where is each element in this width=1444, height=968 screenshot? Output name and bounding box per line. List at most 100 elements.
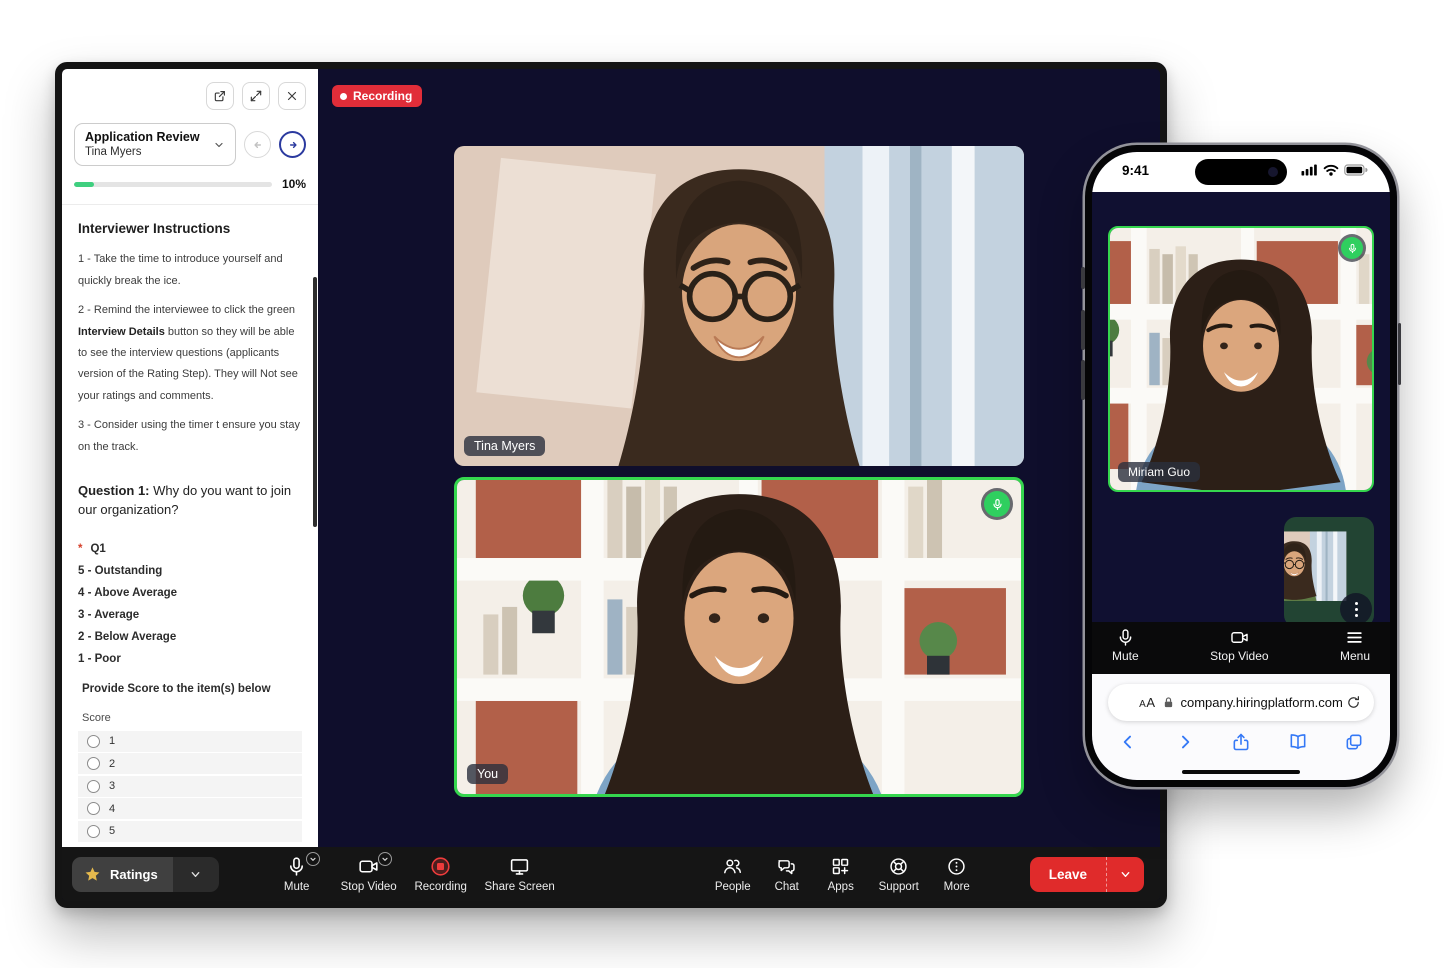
phone-control-bar: Mute Stop Video Menu [1092,622,1390,674]
star-icon [84,866,101,883]
support-icon [888,856,909,878]
ratings-button[interactable]: Ratings [72,857,173,892]
score-option-3[interactable]: 3 [78,776,302,797]
ratings-dropdown-button[interactable] [173,857,219,892]
mic-active-badge [1338,234,1366,262]
battery-icon [1344,164,1368,176]
question-code: *Q1 [78,543,302,555]
text-size-button[interactable]: AA [1139,695,1155,710]
progress-percent: 10% [282,177,306,191]
address-bar[interactable]: AA company.hiringplatform.com [1108,684,1374,721]
more-icon [946,856,967,878]
mute-button[interactable]: Mute [261,856,333,893]
chevron-down-icon [1120,869,1131,880]
share-screen-button[interactable]: Share Screen [477,856,563,893]
instruction-step-2: 2 - Remind the interviewee to click the … [78,300,302,407]
phone-power-button [1398,323,1402,385]
bookmarks-button[interactable] [1288,732,1308,752]
share-button[interactable] [1231,732,1251,752]
video-options-chevron[interactable] [378,852,392,866]
scale-item: 5 - Outstanding [78,565,302,577]
phone-stop-video-button[interactable]: Stop Video [1210,628,1269,674]
open-external-button[interactable] [206,82,234,110]
question-text: Question 1: Why do you want to join our … [78,482,302,520]
previous-step-button[interactable] [244,131,271,158]
scale-item: 2 - Below Average [78,631,302,643]
chevron-down-icon [213,139,225,151]
meeting-toolbar: Ratings Mute Stop Video Recording [62,847,1160,901]
video-tile-you[interactable]: You [454,477,1024,797]
recording-control-button[interactable]: Recording [405,856,477,893]
more-button[interactable]: More [930,856,984,893]
phone-status-bar: 9:41 [1092,152,1390,192]
phone-volume-up-button [1081,310,1085,350]
instructions-heading: Interviewer Instructions [78,221,302,236]
external-link-icon [213,89,227,103]
chat-icon [776,856,797,878]
phone-browser-bar: AA company.hiringplatform.com [1092,674,1390,780]
application-review-panel: Application Review Tina Myers [62,69,318,847]
camera-icon [358,856,379,878]
phone-meeting-view: Miriam Guo Mute Stop Video [1092,192,1390,674]
step-title: Application Review [85,129,213,145]
radio-button[interactable] [87,735,100,748]
recording-dot-icon [340,93,347,100]
microphone-icon [991,498,1004,511]
self-view-options-button[interactable] [1340,593,1372,625]
phone-volume-down-button [1081,360,1085,400]
support-button[interactable]: Support [868,856,930,893]
progress-fill [74,182,94,187]
participant-name-label: You [467,764,508,784]
people-button[interactable]: People [706,856,760,893]
meeting-window: Application Review Tina Myers [55,62,1167,908]
dynamic-island [1195,159,1287,185]
panel-header [62,69,318,110]
step-select[interactable]: Application Review Tina Myers [74,123,236,166]
score-option-4[interactable]: 4 [78,798,302,819]
leave-button[interactable]: Leave [1030,857,1106,892]
stop-video-button[interactable]: Stop Video [333,856,405,893]
phone-menu-button[interactable]: Menu [1340,628,1370,674]
people-icon [722,856,743,878]
instruction-step-3: 3 - Consider using the timer t ensure yo… [78,415,302,458]
reload-button[interactable] [1346,695,1361,710]
home-indicator[interactable] [1182,770,1300,775]
lock-icon [1163,696,1174,709]
recording-badge: Recording [332,85,422,107]
radio-button[interactable] [87,802,100,815]
score-option-1[interactable]: 1 [78,731,302,752]
you-video [457,480,1021,794]
arrow-left-icon [251,138,265,152]
tina-myers-video [454,146,1024,466]
video-tile-miriam-guo[interactable]: Miriam Guo [1108,226,1374,492]
miriam-guo-video [1110,228,1372,490]
participant-name-label: Tina Myers [464,436,545,456]
chat-button[interactable]: Chat [760,856,814,893]
video-tile-tina-myers[interactable]: Tina Myers [454,146,1024,466]
panel-scrollbar[interactable] [313,277,317,527]
radio-button[interactable] [87,780,100,793]
step-subtitle: Tina Myers [85,145,213,160]
apps-button[interactable]: Apps [814,856,868,893]
microphone-icon [1116,628,1135,647]
radio-button[interactable] [87,825,100,838]
participant-name-label: Miriam Guo [1118,462,1200,482]
stop-recording-icon [430,856,451,878]
status-time: 9:41 [1122,163,1149,178]
mic-active-badge [981,488,1013,520]
radio-button[interactable] [87,757,100,770]
phone-self-view[interactable] [1284,517,1374,627]
tabs-button[interactable] [1344,732,1364,752]
panel-content: Interviewer Instructions 1 - Take the ti… [62,204,318,847]
next-step-button[interactable] [279,131,306,158]
score-option-2[interactable]: 2 [78,753,302,774]
close-panel-button[interactable] [278,82,306,110]
leave-options-button[interactable] [1106,857,1144,892]
back-button[interactable] [1118,732,1138,752]
phone-mute-button[interactable]: Mute [1112,628,1139,674]
mute-options-chevron[interactable] [306,852,320,866]
score-option-5[interactable]: 5 [78,821,302,842]
forward-button[interactable] [1175,732,1195,752]
expand-panel-button[interactable] [242,82,270,110]
wifi-icon [1323,164,1339,176]
